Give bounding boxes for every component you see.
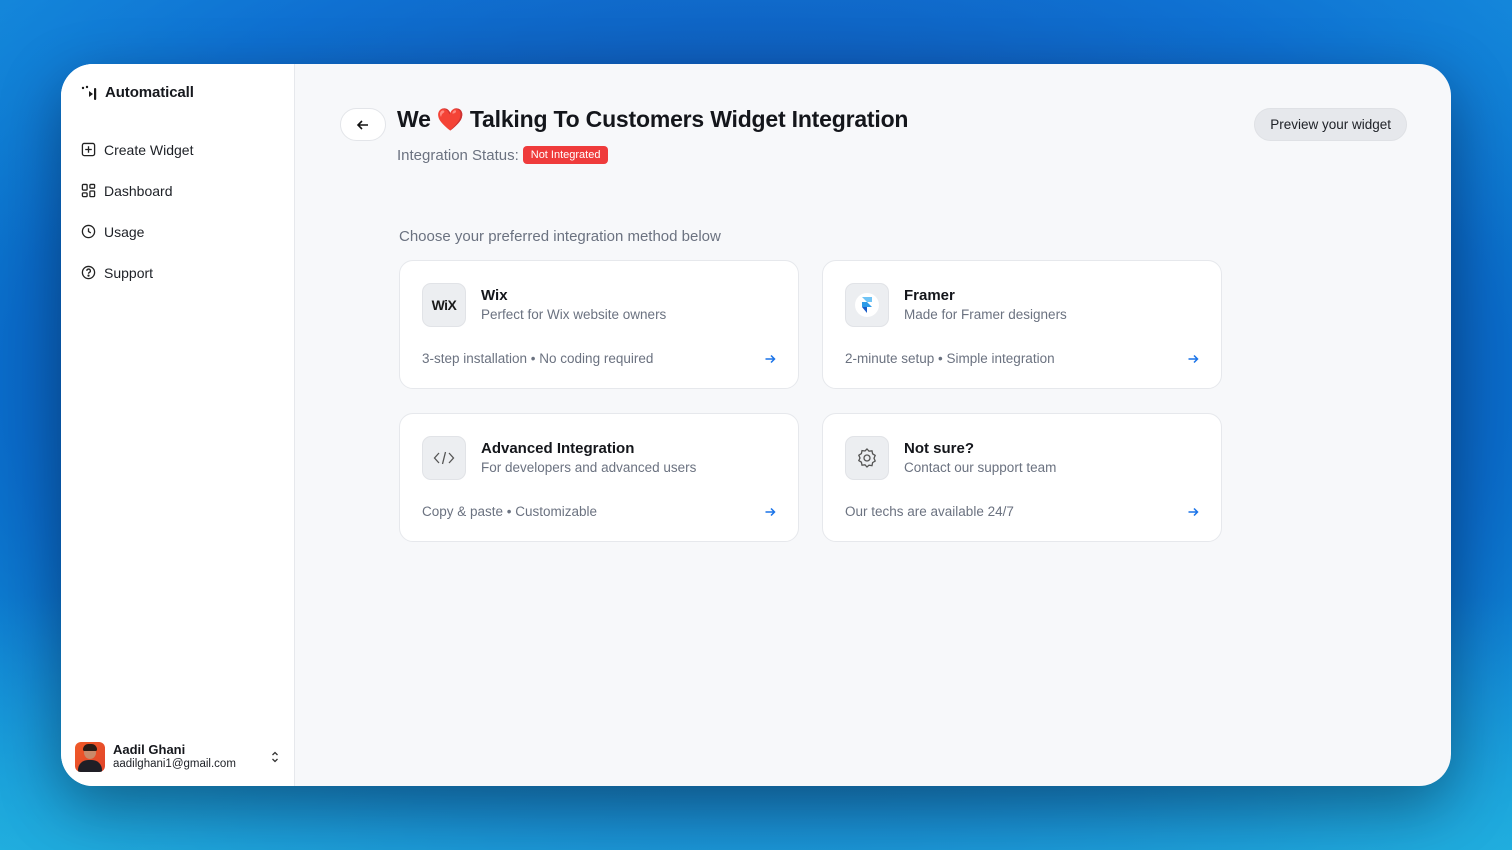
arrow-right-icon <box>1188 354 1199 363</box>
app-window: Automaticall Create Widget Dashboard Usa… <box>61 64 1451 786</box>
card-meta: 3-step installation • No coding required <box>422 351 654 366</box>
status-badge: Not Integrated <box>522 146 609 164</box>
user-info: Aadil Ghani aadilghani1@gmail.com <box>113 742 261 772</box>
card-description: For developers and advanced users <box>481 460 697 475</box>
arrow-right-icon <box>765 507 776 516</box>
page-title: We ❤️ Talking To Customers Widget Integr… <box>397 106 908 133</box>
section-subtitle: Choose your preferred integration method… <box>399 228 721 245</box>
help-circle-icon <box>81 265 96 280</box>
main-content: We ❤️ Talking To Customers Widget Integr… <box>295 64 1451 786</box>
wix-logo-icon: WiX <box>422 283 466 327</box>
arrow-left-icon <box>356 119 368 130</box>
sidebar-item-label: Usage <box>104 223 145 240</box>
card-description: Contact our support team <box>904 460 1057 475</box>
card-description: Made for Framer designers <box>904 307 1067 322</box>
title-suffix: Talking To Customers Widget Integration <box>469 106 909 132</box>
sidebar-item-create-widget[interactable]: Create Widget <box>81 139 274 160</box>
status-label: Integration Status: <box>397 146 519 164</box>
arrow-right-icon <box>765 354 776 363</box>
brand-icon <box>81 85 97 100</box>
card-meta: Our techs are available 24/7 <box>845 504 1014 519</box>
code-icon <box>422 436 466 480</box>
user-name: Aadil Ghani <box>113 742 186 757</box>
card-advanced-integration[interactable]: Advanced Integration For developers and … <box>399 413 799 542</box>
card-description: Perfect for Wix website owners <box>481 307 667 322</box>
card-framer[interactable]: Framer Made for Framer designers 2-minut… <box>822 260 1222 389</box>
brand-logo[interactable]: Automaticall <box>81 84 274 101</box>
arrow-right-icon <box>1188 507 1199 516</box>
plus-square-icon <box>81 142 96 157</box>
brand-name: Automaticall <box>105 84 194 101</box>
preview-widget-button[interactable]: Preview your widget <box>1254 108 1407 141</box>
card-title: Not sure? <box>904 440 975 457</box>
card-title: Wix <box>481 287 508 304</box>
grid-icon <box>81 183 96 198</box>
title-prefix: We <box>397 106 431 132</box>
sidebar-item-dashboard[interactable]: Dashboard <box>81 180 274 201</box>
integration-options: WiX Wix Perfect for Wix website owners 3… <box>399 260 1222 542</box>
framer-logo-icon <box>845 283 889 327</box>
card-meta: 2-minute setup • Simple integration <box>845 351 1055 366</box>
card-not-sure[interactable]: Not sure? Contact our support team Our t… <box>822 413 1222 542</box>
integration-status: Integration Status: Not Integrated <box>397 146 609 164</box>
clock-icon <box>81 224 96 239</box>
sidebar-item-usage[interactable]: Usage <box>81 221 274 242</box>
sidebar-item-label: Support <box>104 264 154 281</box>
sidebar: Automaticall Create Widget Dashboard Usa… <box>61 64 295 786</box>
chevron-up-down-icon[interactable] <box>269 750 281 764</box>
support-gear-icon <box>845 436 889 480</box>
card-meta: Copy & paste • Customizable <box>422 504 598 519</box>
sidebar-item-support[interactable]: Support <box>81 262 274 283</box>
card-title: Advanced Integration <box>481 440 635 457</box>
card-title: Framer <box>904 287 955 304</box>
user-profile[interactable]: Aadil Ghani aadilghani1@gmail.com <box>75 742 281 772</box>
sidebar-nav: Create Widget Dashboard Usage Support <box>81 139 274 283</box>
heart-icon: ❤️ <box>436 106 464 132</box>
card-wix[interactable]: WiX Wix Perfect for Wix website owners 3… <box>399 260 799 389</box>
user-email: aadilghani1@gmail.com <box>113 758 236 770</box>
sidebar-item-label: Create Widget <box>104 141 194 158</box>
sidebar-item-label: Dashboard <box>104 182 173 199</box>
back-button[interactable] <box>340 108 386 141</box>
avatar <box>75 742 105 772</box>
